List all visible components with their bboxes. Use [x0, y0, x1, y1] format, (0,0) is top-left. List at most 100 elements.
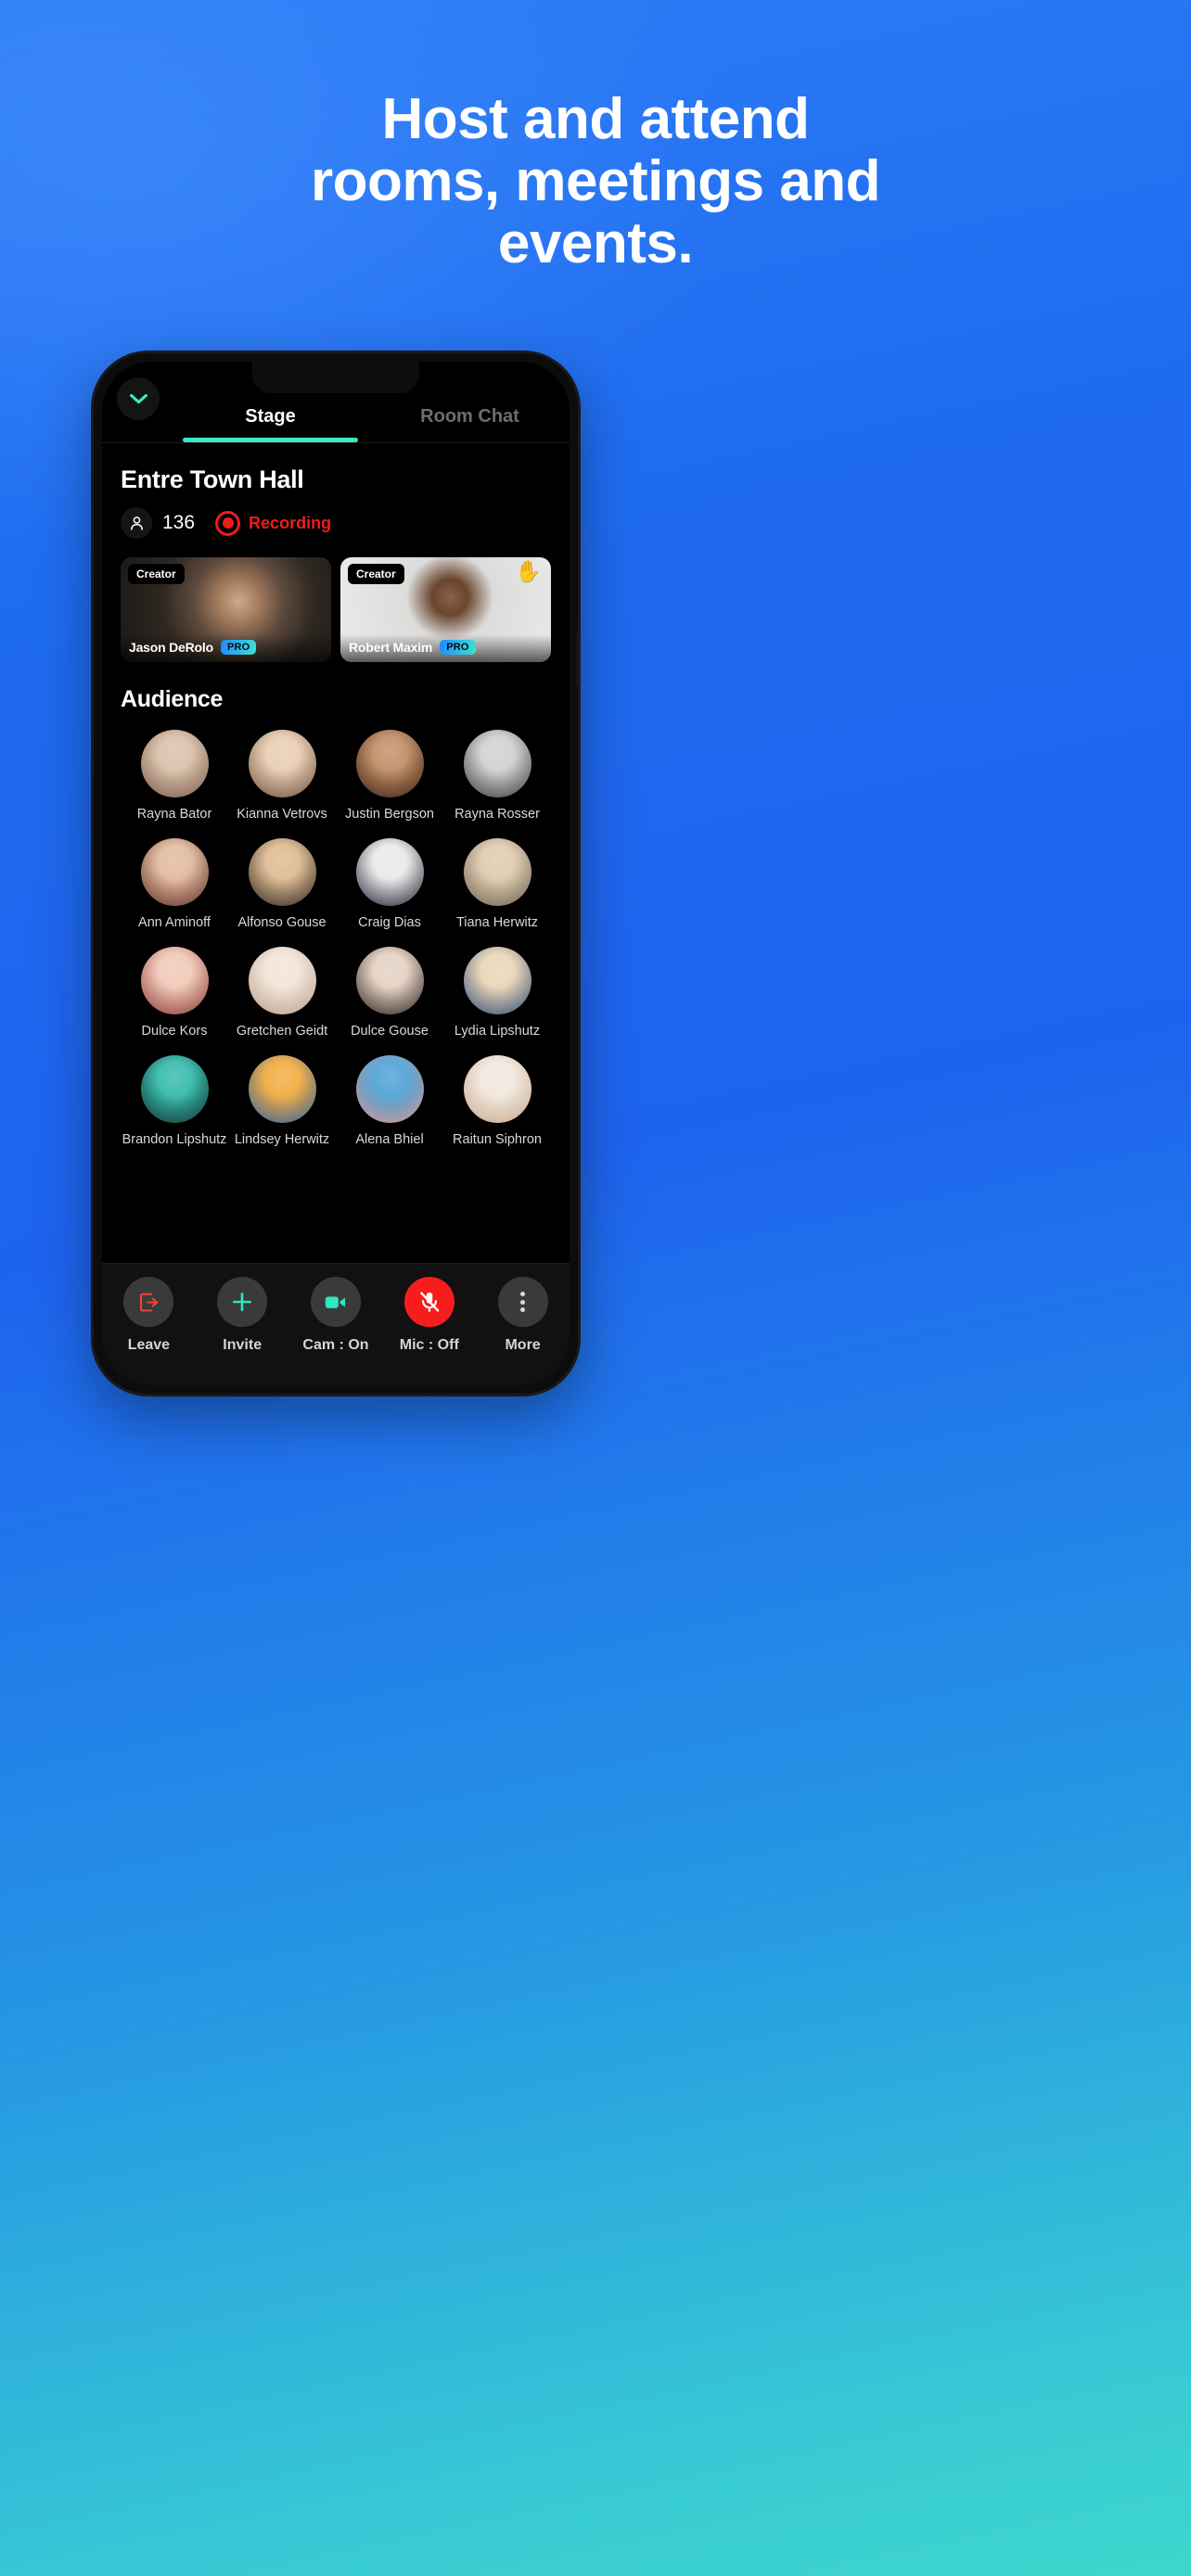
audience-member-name: Lindsey Herwitz: [234, 1132, 330, 1147]
audience-member-name: Alfonso Gouse: [237, 915, 327, 930]
avatar: [140, 947, 209, 1014]
control-camera[interactable]: Cam : On: [289, 1277, 383, 1354]
person-icon-wrap: [121, 507, 152, 539]
phone-mockup: Stage Room Chat Entre Town Hall 136 Reco…: [91, 351, 581, 1396]
audience-member[interactable]: Justin Bergson: [336, 730, 443, 822]
audience-grid: Rayna Bator Kianna Vetrovs Justin Bergson R…: [121, 730, 551, 1147]
stage-content: Entre Town Hall 136 Recording Creator Ja…: [102, 443, 570, 1263]
mic-button[interactable]: [403, 1277, 455, 1327]
audience-member-name: Kianna Vetrovs: [237, 807, 327, 822]
audience-member[interactable]: Craig Dias: [336, 838, 443, 930]
avatar: [140, 838, 209, 906]
chevron-down-icon: [129, 393, 147, 403]
control-invite[interactable]: Invite: [196, 1277, 289, 1354]
creator-badge: Creator: [348, 564, 404, 584]
avatar: [140, 730, 209, 797]
participant-count: 136: [162, 512, 196, 533]
participant-count-chip: 136: [121, 507, 195, 539]
room-meta-row: 136 Recording: [121, 507, 551, 539]
avatar: [355, 730, 424, 797]
more-dots-icon: [520, 1292, 526, 1312]
invite-label: Invite: [223, 1337, 263, 1353]
audience-member[interactable]: Tiana Herwitz: [443, 838, 551, 930]
headline-line-1: Host and attend: [381, 87, 810, 151]
recording-label: Recording: [249, 513, 332, 532]
phone-notch: [252, 362, 419, 393]
audience-member[interactable]: Kianna Vetrovs: [228, 730, 336, 822]
camera-button[interactable]: [310, 1277, 361, 1327]
avatar: [463, 1055, 531, 1123]
camera-label: Cam : On: [302, 1337, 369, 1353]
avatar: [463, 730, 531, 797]
invite-button[interactable]: [217, 1277, 268, 1327]
headline-line-3: events.: [497, 210, 694, 275]
pro-badge: PRO: [220, 640, 257, 655]
more-button[interactable]: [497, 1277, 548, 1327]
avatar: [248, 730, 316, 797]
speaker-card-1[interactable]: Creator Jason DeRolo PRO: [121, 557, 331, 662]
control-leave[interactable]: Leave: [102, 1277, 196, 1354]
call-controls-bar: Leave Invite Cam : On Mic: Off More: [102, 1263, 570, 1385]
plus-icon: [233, 1293, 252, 1311]
audience-member[interactable]: Ann Aminoff: [121, 838, 228, 930]
speaker-card-2[interactable]: Creator ✋ Robert Maxim PRO: [340, 557, 551, 662]
audience-member[interactable]: Gretchen Geidt: [228, 947, 336, 1039]
audience-title: Audience: [121, 686, 224, 712]
recording-status: Recording: [215, 510, 332, 536]
phone-side-button: [576, 631, 578, 685]
creator-badge: Creator: [128, 564, 185, 584]
audience-member-name: Rayna Rosser: [455, 807, 540, 822]
audience-member-name: Raitun Siphron: [453, 1132, 542, 1147]
audience-member-name: Rayna Bator: [136, 807, 212, 822]
speaker-footer: Robert Maxim PRO: [340, 634, 551, 662]
speaker-name: Jason DeRolo: [129, 640, 213, 655]
audience-member-name: Ann Aminoff: [138, 915, 211, 930]
audience-member[interactable]: Alena Bhiel: [336, 1055, 443, 1147]
speaker-footer: Jason DeRolo PRO: [121, 634, 331, 662]
room-title: Entre Town Hall: [121, 465, 304, 493]
raised-hand-icon: ✋: [515, 559, 542, 583]
record-circle-icon: [215, 510, 241, 536]
pro-badge: PRO: [440, 640, 476, 655]
leave-button[interactable]: [123, 1277, 174, 1327]
phone-screen: Stage Room Chat Entre Town Hall 136 Reco…: [102, 362, 570, 1385]
audience-member[interactable]: Brandon Lipshutz: [121, 1055, 228, 1147]
audience-member[interactable]: Dulce Kors: [121, 947, 228, 1039]
camera-icon: [326, 1295, 346, 1308]
leave-icon: [139, 1293, 159, 1311]
avatar: [463, 838, 531, 906]
avatar: [248, 838, 316, 906]
tab-stage[interactable]: Stage: [171, 406, 370, 442]
audience-member[interactable]: Alfonso Gouse: [228, 838, 336, 930]
audience-member-name: Alena Bhiel: [355, 1132, 424, 1147]
avatar: [140, 1055, 209, 1123]
control-more[interactable]: More: [476, 1277, 570, 1354]
audience-member-name: Tiana Herwitz: [455, 915, 539, 930]
headline-line-2: rooms, meetings and: [310, 148, 881, 213]
leave-label: Leave: [127, 1337, 171, 1353]
avatar: [248, 947, 316, 1014]
avatar: [355, 838, 424, 906]
audience-member[interactable]: Lydia Lipshutz: [443, 947, 551, 1039]
more-label: More: [505, 1337, 541, 1353]
audience-member[interactable]: Lindsey Herwitz: [228, 1055, 336, 1147]
audience-member[interactable]: Raitun Siphron: [443, 1055, 551, 1147]
control-mic[interactable]: Mic : Off: [382, 1277, 476, 1354]
tab-list: Stage Room Chat: [102, 406, 570, 442]
audience-member[interactable]: Rayna Bator: [121, 730, 228, 822]
speaker-name: Robert Maxim: [349, 640, 433, 655]
audience-member[interactable]: Rayna Rosser: [443, 730, 551, 822]
audience-member-name: Dulce Kors: [141, 1024, 208, 1039]
avatar: [463, 947, 531, 1014]
audience-member-name: Brandon Lipshutz: [122, 1132, 227, 1147]
audience-member[interactable]: Dulce Gouse: [336, 947, 443, 1039]
tab-room-chat[interactable]: Room Chat: [370, 406, 570, 442]
speaker-grid: Creator Jason DeRolo PRO Creator ✋ Rober…: [121, 557, 551, 662]
audience-member-name: Dulce Gouse: [351, 1024, 429, 1039]
mic-label: Mic : Off: [399, 1337, 459, 1353]
audience-member-name: Justin Bergson: [345, 807, 434, 822]
collapse-button[interactable]: [117, 377, 160, 420]
page-headline: Host and attend rooms, meetings and even…: [0, 87, 1191, 275]
avatar: [355, 1055, 424, 1123]
audience-member-name: Gretchen Geidt: [236, 1024, 328, 1039]
